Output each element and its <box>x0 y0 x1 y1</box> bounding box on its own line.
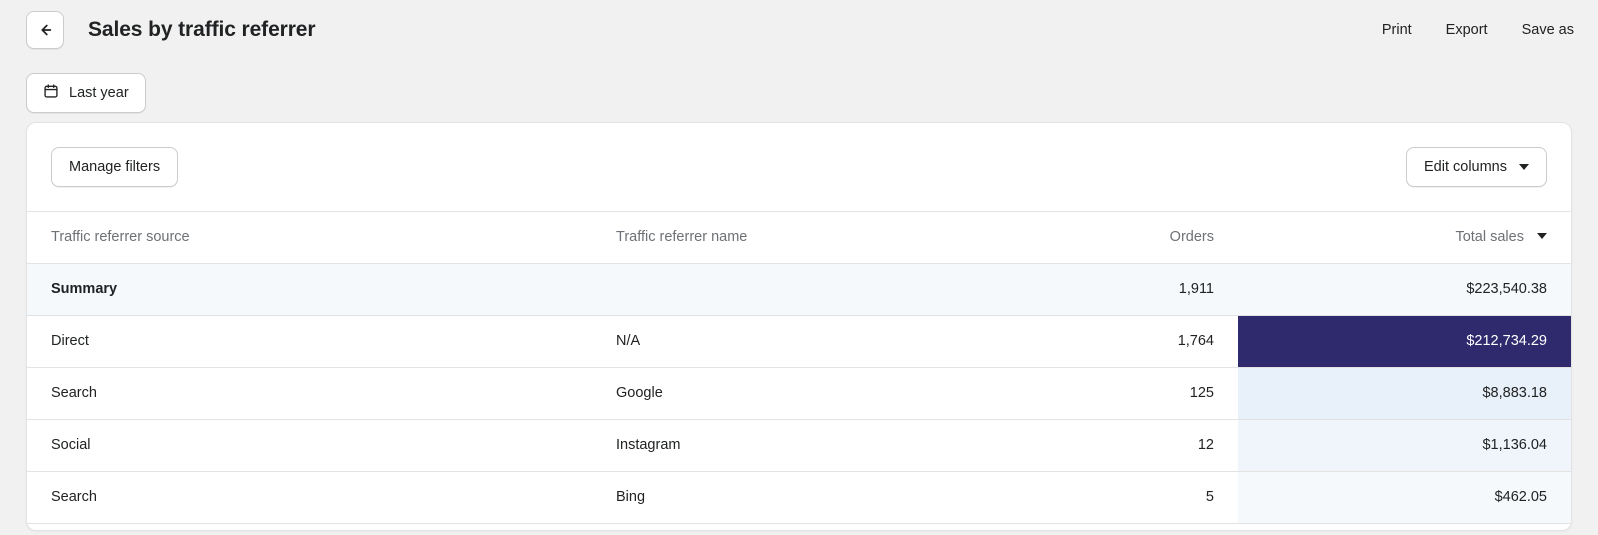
cell-total-sales: $1,136.04 <box>1238 419 1571 472</box>
summary-label: Summary <box>27 263 592 316</box>
table-row[interactable]: Search Bing 5 $462.05 <box>27 471 1571 524</box>
cell-name: N/A <box>592 315 992 368</box>
summary-row: Summary 1,911 $223,540.38 <box>27 263 1571 316</box>
manage-filters-button[interactable]: Manage filters <box>51 147 179 187</box>
column-header-total-sales-label: Total sales <box>1455 229 1524 246</box>
summary-total-sales: $223,540.38 <box>1238 263 1571 316</box>
column-header-source[interactable]: Traffic referrer source <box>27 212 592 264</box>
header-actions: Print Export Save as <box>1382 22 1574 38</box>
cell-source: Search <box>27 471 592 524</box>
report-toolbar: Manage filters Edit columns <box>27 123 1571 212</box>
cell-name: Instagram <box>592 419 992 472</box>
column-header-name[interactable]: Traffic referrer name <box>592 212 992 264</box>
cell-name: Bing <box>592 471 992 524</box>
table-row[interactable]: Social Instagram 12 $1,136.04 <box>27 419 1571 472</box>
table-row[interactable]: Direct N/A 1,764 $212,734.29 <box>27 315 1571 368</box>
report-card: Manage filters Edit columns Traffic refe… <box>26 122 1572 531</box>
page-header: Sales by traffic referrer Print Export S… <box>0 0 1598 60</box>
cell-total-sales-value: $8,883.18 <box>1482 384 1547 401</box>
report-table: Traffic referrer source Traffic referrer… <box>27 212 1571 524</box>
export-button[interactable]: Export <box>1446 22 1488 38</box>
arrow-left-icon <box>36 21 54 39</box>
cell-name: Google <box>592 367 992 420</box>
cell-orders: 5 <box>992 471 1238 524</box>
cell-orders: 12 <box>992 419 1238 472</box>
edit-columns-label: Edit columns <box>1423 159 1507 175</box>
cell-total-sales: $212,734.29 <box>1238 315 1571 368</box>
save-as-button[interactable]: Save as <box>1522 22 1574 38</box>
cell-total-sales: $8,883.18 <box>1238 367 1571 420</box>
caret-down-icon <box>1537 233 1547 240</box>
manage-filters-label: Manage filters <box>69 159 161 175</box>
table-header: Traffic referrer source Traffic referrer… <box>27 212 1571 264</box>
page-title: Sales by traffic referrer <box>88 18 316 41</box>
cell-total-sales-value: $462.05 <box>1494 488 1547 505</box>
print-button[interactable]: Print <box>1382 22 1412 38</box>
cell-orders: 125 <box>992 367 1238 420</box>
filter-bar: Last year <box>0 60 1598 122</box>
column-header-orders[interactable]: Orders <box>992 212 1238 264</box>
cell-total-sales-value: $212,734.29 <box>1466 332 1547 349</box>
chevron-down-icon <box>1519 164 1529 170</box>
table-body: Summary 1,911 $223,540.38 Direct N/A 1,7… <box>27 263 1571 524</box>
table-header-row: Traffic referrer source Traffic referrer… <box>27 212 1571 264</box>
cell-source: Social <box>27 419 592 472</box>
table-row[interactable]: Search Google 125 $8,883.18 <box>27 367 1571 420</box>
date-range-label: Last year <box>69 85 129 101</box>
cell-source: Direct <box>27 315 592 368</box>
cell-total-sales-value: $1,136.04 <box>1482 436 1547 453</box>
date-range-button[interactable]: Last year <box>26 73 146 113</box>
summary-orders: 1,911 <box>992 263 1238 316</box>
cell-orders: 1,764 <box>992 315 1238 368</box>
column-header-total-sales[interactable]: Total sales <box>1238 212 1571 264</box>
back-button[interactable] <box>26 11 64 49</box>
edit-columns-button[interactable]: Edit columns <box>1405 147 1547 187</box>
summary-name <box>592 263 992 316</box>
cell-total-sales: $462.05 <box>1238 471 1571 524</box>
calendar-icon <box>43 83 59 103</box>
cell-source: Search <box>27 367 592 420</box>
